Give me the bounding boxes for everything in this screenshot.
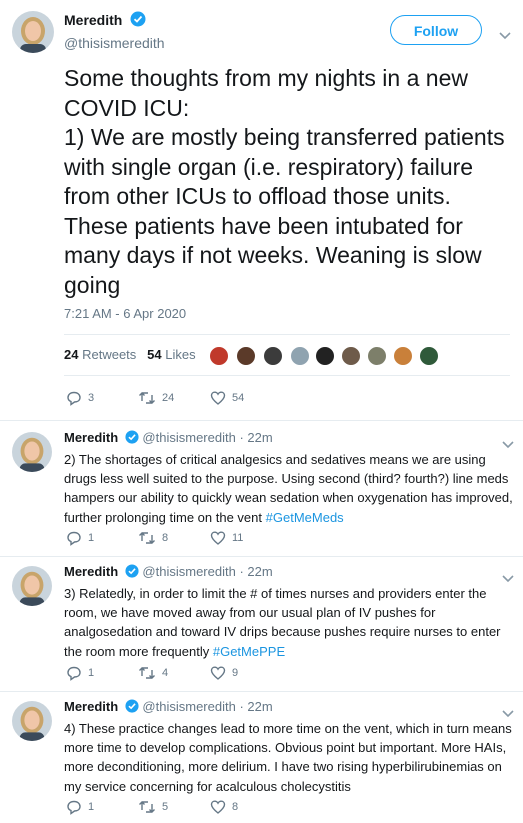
like-action[interactable]: 8 [210,799,238,815]
reply-count: 1 [88,532,95,544]
reply-author-handle[interactable]: @thisismeredith [142,430,235,445]
reply-header: Meredith @thisismeredith · 22m [64,564,273,581]
retweet-action[interactable]: 24 [138,390,174,406]
chevron-down-icon[interactable] [502,570,514,583]
follow-button[interactable]: Follow [390,15,482,45]
liker-avatar[interactable] [209,346,229,366]
reply-avatar[interactable] [12,566,52,606]
divider [0,420,523,421]
like-action[interactable]: 9 [210,665,238,681]
heart-icon [210,391,226,405]
reply-avatar[interactable] [12,432,52,472]
liker-avatar[interactable] [419,346,439,366]
reply-action[interactable]: 1 [66,665,94,681]
liker-avatar[interactable] [367,346,387,366]
retweet-count: 8 [162,532,169,544]
reply-text: 2) The shortages of critical analgesics … [64,452,513,525]
verified-badge-icon [125,430,139,447]
retweet-count: 24 [162,392,175,404]
retweet-icon [139,667,155,679]
reply-text: 4) These practice changes lead to more t… [64,721,512,794]
reply-icon [67,531,81,546]
hashtag-link[interactable]: #GetMePPE [213,644,285,659]
reply-icon [67,800,81,815]
reply-time[interactable]: · 22m [239,564,272,579]
reply-header: Meredith @thisismeredith · 22m [64,699,273,716]
reply-avatar[interactable] [12,701,52,741]
verified-badge-icon [125,564,139,581]
chevron-down-icon[interactable] [502,705,514,718]
like-count: 8 [232,801,239,813]
chevron-down-icon[interactable] [502,436,514,449]
liker-avatar[interactable] [341,346,361,366]
reply-author-name[interactable]: Meredith [64,430,118,445]
retweet-icon [139,801,155,813]
reply-count: 3 [88,392,95,404]
reply-icon [67,391,81,406]
liker-avatar[interactable] [393,346,413,366]
author-avatar[interactable] [12,11,54,53]
retweet-icon [139,532,155,544]
reply-action[interactable]: 3 [66,390,94,406]
liker-avatar[interactable] [236,346,256,366]
divider [0,691,523,692]
reply-icon [67,666,81,681]
like-count: 11 [232,532,244,544]
divider [64,375,510,376]
reply-time[interactable]: · 22m [239,699,272,714]
liker-avatar[interactable] [315,346,335,366]
heart-icon [210,531,226,545]
reply-count: 1 [88,667,95,679]
divider [64,334,510,335]
likes-stat[interactable]: 54 Likes [147,347,195,362]
reply-author-handle[interactable]: @thisismeredith [142,564,235,579]
author-handle[interactable]: @thisismeredith [64,35,165,51]
reply-text: 3) Relatedly, in order to limit the # of… [64,586,501,659]
retweet-count: 4 [162,667,169,679]
retweets-stat[interactable]: 24 Retweets [64,347,136,362]
reply-header: Meredith @thisismeredith · 22m [64,430,273,447]
retweet-icon [139,392,155,404]
heart-icon [210,800,226,814]
verified-badge-icon [125,699,139,716]
retweet-action[interactable]: 4 [138,665,168,681]
like-action[interactable]: 11 [210,530,243,546]
engagement-stats: 24 Retweets 54 Likes [64,347,196,362]
retweet-action[interactable]: 5 [138,799,168,815]
liker-avatar[interactable] [290,346,310,366]
reply-time[interactable]: · 22m [239,430,272,445]
reply-count: 1 [88,801,95,813]
reply-author-name[interactable]: Meredith [64,564,118,579]
verified-badge-icon [130,11,146,32]
reply-author-handle[interactable]: @thisismeredith [142,699,235,714]
reply-author-name[interactable]: Meredith [64,699,118,714]
retweet-count: 5 [162,801,169,813]
author-info: Meredith @thisismeredith [64,11,165,51]
retweet-action[interactable]: 8 [138,530,168,546]
heart-icon [210,666,226,680]
reply-action[interactable]: 1 [66,799,94,815]
tweet-text: Some thoughts from my nights in a new CO… [64,65,505,298]
liker-avatar[interactable] [263,346,283,366]
reply-action[interactable]: 1 [66,530,94,546]
tweet-timestamp[interactable]: 7:21 AM - 6 Apr 2020 [64,306,186,321]
like-action[interactable]: 54 [210,390,244,406]
hashtag-link[interactable]: #GetMeMeds [266,510,344,525]
author-name[interactable]: Meredith [64,12,122,28]
like-count: 9 [232,667,239,679]
like-count: 54 [232,392,245,404]
chevron-down-icon[interactable] [499,27,511,40]
divider [0,556,523,557]
